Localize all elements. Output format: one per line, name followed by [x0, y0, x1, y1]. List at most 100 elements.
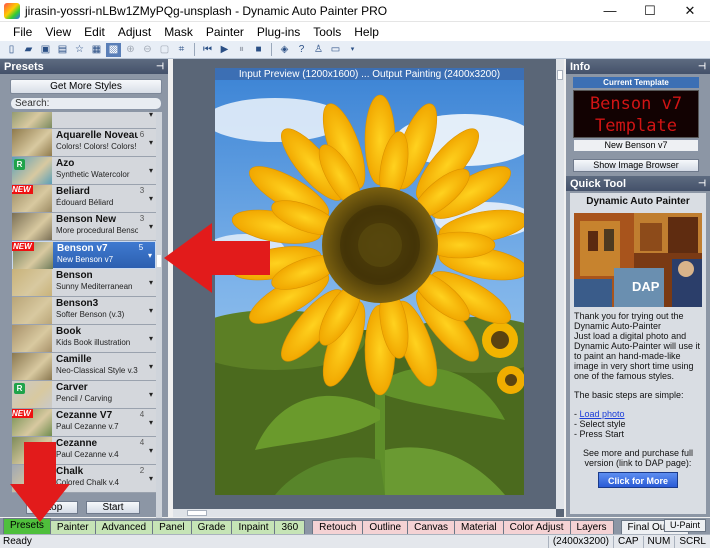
preset-menu-icon[interactable]: ▾	[146, 129, 156, 156]
preset-menu-icon[interactable]: ▾	[146, 325, 156, 352]
tab-color-adjust[interactable]: Color Adjust	[502, 520, 571, 534]
save-icon[interactable]: ▣	[38, 43, 53, 57]
canvas-vertical-scrollbar[interactable]	[556, 59, 564, 509]
preset-menu-icon[interactable]: ▾	[146, 157, 156, 184]
preset-variant-count: 2	[139, 466, 145, 475]
status-output-size: (2400x3200)	[547, 535, 613, 548]
preset-menu-icon[interactable]: ▾	[146, 381, 156, 408]
preset-menu-icon[interactable]: ▾	[146, 353, 156, 380]
status-num-lock: NUM	[642, 535, 675, 548]
preset-item[interactable]: R Azo Synthetic Watercolor ▾	[12, 157, 156, 185]
tab-material[interactable]: Material	[454, 520, 504, 534]
tab-outline[interactable]: Outline	[362, 520, 409, 534]
preset-menu-icon[interactable]: ▾	[146, 297, 156, 324]
preset-item[interactable]: Benson New More procedural Benson 3 ▾	[12, 213, 156, 241]
preset-list-scrollbar[interactable]	[156, 112, 162, 544]
tab-360[interactable]: 360	[274, 520, 306, 534]
star-icon[interactable]: ☆	[72, 43, 87, 57]
zoom-in-icon[interactable]: ⊕	[123, 43, 138, 57]
menu-view[interactable]: View	[38, 25, 77, 39]
tab-advanced[interactable]: Advanced	[94, 520, 154, 534]
preset-item[interactable]: R Carver Pencil / Carving ▾	[12, 381, 156, 409]
pin-icon[interactable]: ⊣	[156, 61, 164, 72]
pause-icon[interactable]: ⏸	[234, 43, 249, 57]
stop-icon[interactable]: ■	[251, 43, 266, 57]
menu-file[interactable]: File	[6, 25, 38, 39]
canvas-horizontal-scrollbar[interactable]	[173, 509, 556, 517]
toolbar-overflow-icon[interactable]: ▾	[345, 43, 360, 57]
minimize-button[interactable]: —	[590, 0, 630, 22]
click-for-more-button[interactable]: Click for More	[598, 472, 678, 488]
toolbar-separator	[271, 43, 272, 56]
get-more-styles-button[interactable]: Get More Styles	[10, 79, 162, 94]
preset-variant-count: 3	[139, 214, 145, 223]
load-photo-link[interactable]: Load photo	[580, 409, 625, 419]
cube-icon[interactable]: ◈	[277, 43, 292, 57]
preset-item[interactable]: Benson3 Softer Benson (v.3) ▾	[12, 297, 156, 325]
preset-menu-icon[interactable]: ▾	[146, 269, 156, 296]
maximize-button[interactable]: ☐	[630, 0, 670, 22]
search-input[interactable]: Search:	[10, 97, 162, 110]
preset-item[interactable]: NEW Beliard Édouard Béliard 3 ▾	[12, 185, 156, 213]
preset-subtitle: Neo-Classical Style v.3	[56, 366, 138, 375]
quick-tool-body: Dynamic Auto Painter DAP Thank you for t…	[570, 193, 706, 514]
crop-icon[interactable]: ⌗	[174, 43, 189, 57]
play-icon[interactable]: ▶	[217, 43, 232, 57]
preset-menu-icon[interactable]: ▾	[146, 465, 156, 492]
scrollbar-thumb[interactable]	[157, 255, 161, 267]
preset-browser-icon[interactable]: ▦	[89, 43, 104, 57]
tab-painter[interactable]: Painter	[49, 520, 96, 534]
first-frame-icon[interactable]: ⏮	[200, 43, 215, 57]
preset-menu-icon[interactable]: ▾	[146, 409, 156, 436]
menu-mask[interactable]: Mask	[157, 25, 199, 39]
preset-item[interactable]: Book Kids Book illustration ▾	[12, 325, 156, 353]
led-line-1: Benson v7	[589, 94, 683, 114]
preset-menu-icon[interactable]: ▾	[146, 185, 156, 212]
preset-item[interactable]: NEW Benson v7 New Benson v7 5 ▾	[12, 241, 156, 269]
export-icon[interactable]: ▤	[55, 43, 70, 57]
preset-thumbnail	[12, 297, 52, 324]
preset-subtitle: Paul Cezanne v.7	[56, 422, 119, 431]
preset-item[interactable]: Aquarelle Noveau Colors! Colors! Colors! 6…	[12, 129, 156, 157]
preset-item[interactable]: Camille Neo-Classical Style v.3 ▾	[12, 353, 156, 381]
preset-item[interactable]: NEW Cezanne V7 Paul Cezanne v.7 4 ▾	[12, 409, 156, 437]
tab-retouch[interactable]: Retouch	[312, 520, 364, 534]
help-icon[interactable]: ?	[294, 43, 309, 57]
menu-tools[interactable]: Tools	[306, 25, 347, 39]
menu-edit[interactable]: Edit	[77, 25, 111, 39]
window-icon[interactable]: ▭	[328, 43, 343, 57]
preset-menu-icon[interactable]: ▾	[146, 437, 156, 464]
preset-variant-count	[138, 297, 146, 324]
new-file-icon[interactable]: ▯	[4, 43, 19, 57]
open-folder-icon[interactable]: ▰	[21, 43, 36, 57]
menu-help[interactable]: Help	[347, 25, 385, 39]
preset-menu-icon[interactable]: ▾	[145, 242, 155, 268]
tab-layers[interactable]: Layers	[569, 520, 614, 534]
preset-text: Cezanne V7 Paul Cezanne v.7	[52, 409, 138, 436]
menu-painter[interactable]: Painter	[199, 25, 250, 39]
zoom-out-icon[interactable]: ⊖	[140, 43, 155, 57]
status-ready: Ready	[3, 536, 32, 547]
stamp-icon[interactable]: ♙	[311, 43, 326, 57]
scrollbar-thumb[interactable]	[187, 510, 207, 516]
menu-adjust[interactable]: Adjust	[111, 25, 157, 39]
image-icon[interactable]: ▩	[106, 42, 121, 57]
tab-canvas[interactable]: Canvas	[407, 520, 456, 534]
preset-item[interactable]: Fine Art Aquarell v.3 ▾	[12, 112, 156, 129]
tab-inpaint[interactable]: Inpaint	[231, 520, 276, 534]
close-button[interactable]: ✕	[670, 0, 710, 22]
show-image-browser-button[interactable]: Show Image Browser	[573, 159, 699, 172]
tab-u-paint[interactable]: U-Paint	[663, 519, 706, 532]
pin-icon[interactable]: ⊣	[698, 178, 706, 189]
fit-icon[interactable]: ▢	[157, 43, 172, 57]
start-button[interactable]: Start	[86, 501, 140, 514]
preset-menu-icon[interactable]: ▾	[146, 112, 156, 128]
pin-icon[interactable]: ⊣	[698, 61, 706, 72]
menu-plugins[interactable]: Plug-ins	[250, 25, 306, 39]
scrollbar-thumb[interactable]	[557, 70, 563, 80]
presets-panel-title: Presets	[4, 60, 44, 73]
tab-grade[interactable]: Grade	[190, 520, 233, 534]
preset-menu-icon[interactable]: ▾	[146, 213, 156, 240]
tab-panel[interactable]: Panel	[152, 520, 192, 534]
preset-item[interactable]: Benson Sunny Mediterranean ▾	[12, 269, 156, 297]
